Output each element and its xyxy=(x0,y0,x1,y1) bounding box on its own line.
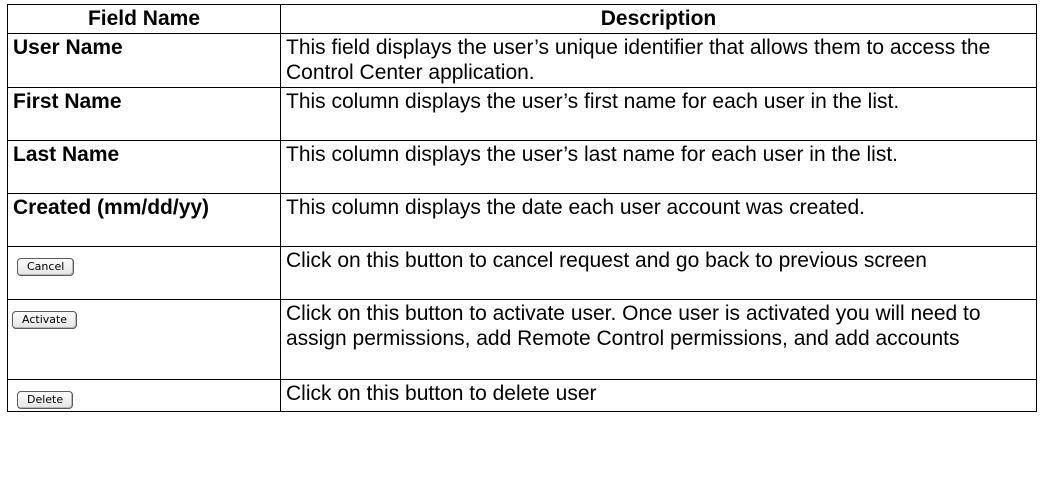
field-name-cell: Created (mm/dd/yy) xyxy=(7,193,281,247)
table-row: Created (mm/dd/yy) This column displays … xyxy=(7,193,1037,247)
description-cell: This column displays the user’s last nam… xyxy=(280,140,1037,194)
description-cell: This field displays the user’s unique id… xyxy=(280,33,1037,88)
header-description: Description xyxy=(280,4,1037,34)
description-cell: This column displays the date each user … xyxy=(280,193,1037,247)
table-row: User Name This field displays the user’s… xyxy=(7,33,1037,88)
table-row: Cancel Click on this button to cancel re… xyxy=(7,246,1037,300)
field-description-table: Field Name Description User Name This fi… xyxy=(7,4,1037,412)
field-name-cell: First Name xyxy=(7,87,281,141)
description-cell: Click on this button to delete user xyxy=(280,379,1037,412)
description-cell: This column displays the user’s first na… xyxy=(280,87,1037,141)
activate-button[interactable]: Activate xyxy=(12,311,78,329)
delete-button[interactable]: Delete xyxy=(17,391,74,409)
button-cell: Activate xyxy=(7,299,281,380)
table-row: Activate Click on this button to activat… xyxy=(7,299,1037,380)
cancel-button[interactable]: Cancel xyxy=(17,258,75,276)
table-row: First Name This column displays the user… xyxy=(7,87,1037,141)
table-header-row: Field Name Description xyxy=(7,4,1037,34)
table-row: Delete Click on this button to delete us… xyxy=(7,379,1037,412)
header-field-name: Field Name xyxy=(7,4,281,34)
field-name-cell: Last Name xyxy=(7,140,281,194)
description-cell: Click on this button to cancel request a… xyxy=(280,246,1037,300)
description-cell: Click on this button to activate user. O… xyxy=(280,299,1037,380)
table-row: Last Name This column displays the user’… xyxy=(7,140,1037,194)
button-cell: Delete xyxy=(7,379,281,412)
field-name-cell: User Name xyxy=(7,33,281,88)
button-cell: Cancel xyxy=(7,246,281,300)
